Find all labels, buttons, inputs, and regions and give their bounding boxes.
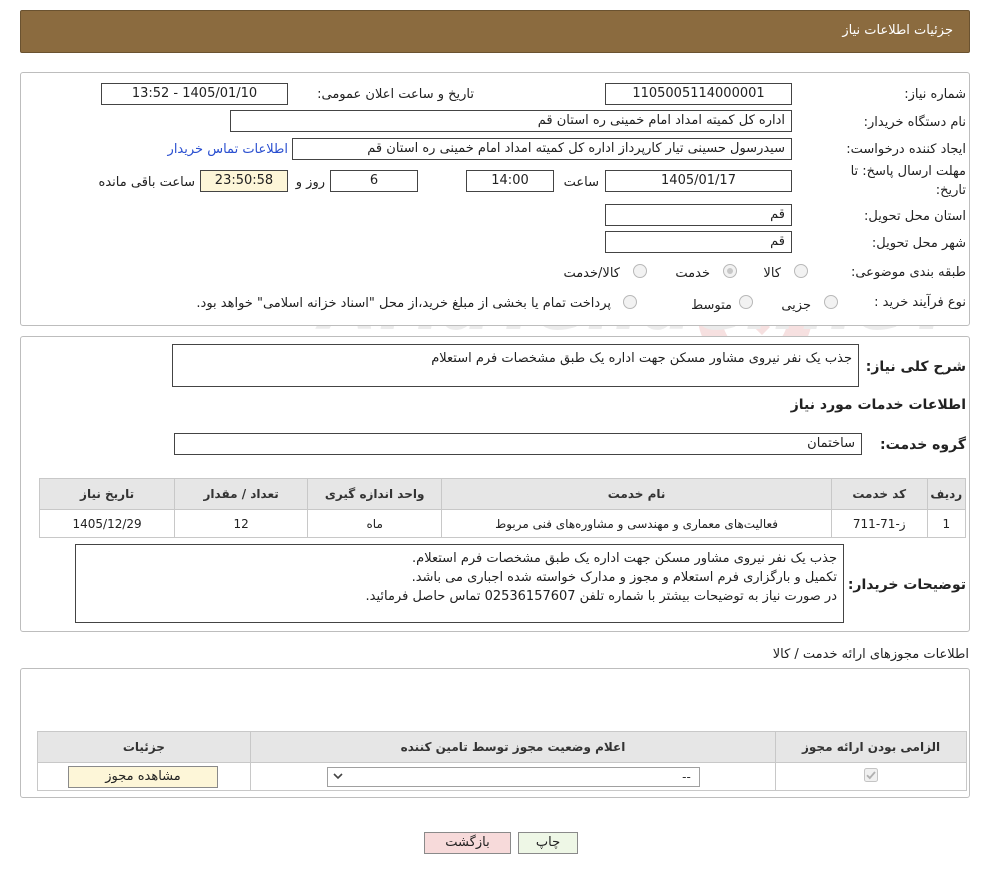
col-permit-required: الزامی بودن ارائه مجوز (775, 731, 967, 763)
cell-permit-status: -- (249, 762, 777, 791)
deadline-time-field: 14:00 (466, 170, 554, 192)
remaining-time-field: 23:50:58 (200, 170, 288, 192)
days-field: 6 (330, 170, 418, 192)
deadline-date-field: 1405/01/17 (605, 170, 792, 192)
remaining-label: ساعت باقی مانده (98, 175, 195, 190)
process-note: پرداخت تمام یا بخشی از مبلغ خرید،از محل … (196, 296, 611, 311)
buyer-notes-textarea[interactable] (75, 544, 844, 623)
deadline-label-line2: تاریخ: (935, 183, 966, 198)
category-radio-goods[interactable] (794, 264, 808, 278)
announce-label: تاریخ و ساعت اعلان عمومی: (317, 87, 474, 102)
cell-row: 1 (926, 509, 967, 538)
category-label: طبقه بندی موضوعی: (850, 265, 966, 280)
services-section-title: اطلاعات خدمات مورد نیاز (790, 397, 966, 413)
cell-service-code: ز-71-711 (830, 509, 928, 538)
announce-field: 1405/01/10 - 13:52 (101, 83, 288, 105)
col-unit: واحد اندازه گیری (307, 478, 443, 510)
back-button[interactable]: بازگشت (424, 832, 511, 854)
view-permit-button[interactable]: مشاهده مجوز (68, 766, 218, 788)
page-title: جزئیات اطلاعات نیاز (842, 23, 953, 38)
cell-quantity: 12 (174, 509, 309, 538)
process-option-minor: جزیی (781, 298, 811, 313)
col-need-date: تاریخ نیاز (38, 478, 176, 510)
service-group-label: گروه خدمت: (880, 437, 966, 453)
summary-textarea[interactable] (172, 344, 859, 387)
process-label: نوع فرآیند خرید : (874, 295, 966, 310)
category-option-goods: کالا (763, 266, 781, 281)
city-label: شهر محل تحویل: (871, 236, 966, 251)
permit-status-select[interactable]: -- (326, 767, 700, 787)
province-field: قم (605, 204, 792, 226)
category-option-service: خدمت (675, 266, 710, 281)
page-header: جزئیات اطلاعات نیاز (20, 10, 970, 53)
permits-table: الزامی بودن ارائه مجوز اعلام وضعیت مجوز … (37, 731, 967, 791)
services-table-header: ردیف کد خدمت نام خدمت واحد اندازه گیری ت… (38, 478, 967, 510)
category-option-goods-service: کالا/خدمت (563, 266, 620, 281)
cell-permit-required (775, 762, 967, 791)
category-radio-goods-service[interactable] (633, 264, 647, 278)
cell-unit: ماه (307, 509, 443, 538)
cell-need-date: 1405/12/29 (38, 509, 176, 538)
need-number-label: شماره نیاز: (904, 87, 966, 102)
col-service-code: کد خدمت (830, 478, 928, 510)
permits-section-title: اطلاعات مجوزهای ارائه خدمت / کالا (772, 647, 969, 662)
col-quantity: تعداد / مقدار (174, 478, 309, 510)
days-label: روز و (295, 175, 325, 190)
col-row: ردیف (926, 478, 967, 510)
chevron-down-icon (333, 773, 343, 780)
deadline-time-label: ساعت (563, 175, 599, 190)
buyer-label: نام دستگاه خریدار: (863, 115, 966, 130)
creator-field: سیدرسول حسینی تیار کارپرداز اداره کل کمی… (292, 138, 792, 160)
process-checkbox-treasury[interactable] (623, 295, 637, 309)
col-permit-status: اعلام وضعیت مجوز توسط تامین کننده (249, 731, 777, 763)
category-radio-service[interactable] (723, 264, 737, 278)
deadline-label-line1: مهلت ارسال پاسخ: تا (850, 164, 966, 179)
service-group-field: ساختمان (174, 433, 862, 455)
col-service-name: نام خدمت (441, 478, 832, 510)
buyer-field: اداره کل کمیته امداد امام خمینی ره استان… (230, 110, 792, 132)
col-permit-details: جزئیات (37, 731, 251, 763)
summary-label: شرح کلی نیاز: (865, 359, 966, 375)
table-row: -- مشاهده مجوز (37, 762, 967, 791)
table-row: 1 ز-71-711 فعالیت‌های معماری و مهندسی و … (38, 509, 967, 538)
services-table: ردیف کد خدمت نام خدمت واحد اندازه گیری ت… (38, 478, 967, 538)
process-option-medium: متوسط (691, 298, 732, 313)
buyer-contact-link[interactable]: اطلاعات تماس خریدار (168, 142, 288, 157)
need-number-field: 1105005114000001 (605, 83, 792, 105)
permits-table-header: الزامی بودن ارائه مجوز اعلام وضعیت مجوز … (37, 731, 967, 763)
buyer-notes-label: توضیحات خریدار: (847, 577, 966, 593)
creator-label: ایجاد کننده درخواست: (846, 142, 966, 157)
cell-permit-details: مشاهده مجوز (37, 762, 251, 791)
cell-service-name: فعالیت‌های معماری و مهندسی و مشاوره‌های … (441, 509, 832, 538)
city-field: قم (605, 231, 792, 253)
print-button[interactable]: چاپ (518, 832, 578, 854)
process-radio-medium[interactable] (739, 295, 753, 309)
permit-status-value: -- (682, 770, 691, 784)
province-label: استان محل تحویل: (864, 209, 966, 224)
checkbox-checked-icon[interactable] (864, 768, 879, 782)
process-radio-minor[interactable] (824, 295, 838, 309)
